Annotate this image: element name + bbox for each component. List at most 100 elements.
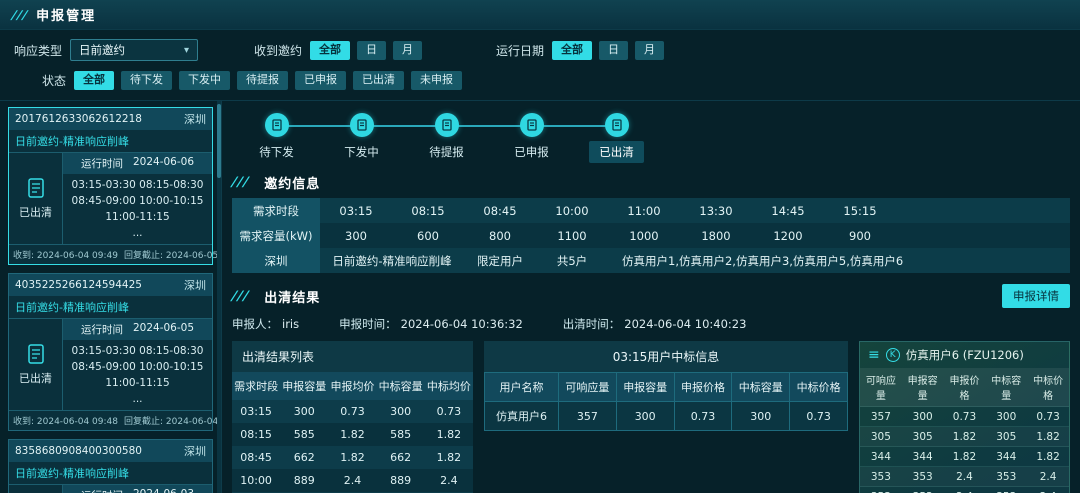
run-date-option-month[interactable]: 月	[635, 40, 665, 60]
table-cell: 11:00	[627, 203, 661, 218]
table-cell: 10:00	[555, 203, 589, 218]
filler-cell	[896, 198, 1070, 223]
step-label: 下发中	[344, 145, 379, 159]
timeslot-line: 03:15-03:30 08:15-08:30	[71, 345, 204, 357]
received-time: 收到: 2024-06-04 09:49	[13, 251, 118, 261]
status-badge: 已出清	[19, 372, 52, 385]
filter-row-status: 状态 全部 待下发 下发中 待提报 已申报 已出清 未申报	[14, 68, 1066, 92]
status-option-undeclared[interactable]: 未申报	[411, 70, 463, 90]
timeslot-list: 03:15-03:30 08:15-08:30 08:45-09:00 10:00…	[63, 174, 212, 244]
step-label: 待下发	[259, 145, 294, 159]
status-option-pending-send[interactable]: 待下发	[121, 70, 173, 90]
timeslot-line: 03:15-03:30 08:15-08:30	[71, 179, 204, 191]
table-cell: 1.82	[1027, 446, 1069, 467]
column-header: 申报价格	[673, 372, 733, 402]
slot-bid-panel: 03:15用户中标信息 用户名称 可响应量 申报容量 申报价格 中标容量 中标价格 仿真用…	[484, 341, 848, 431]
status-column: 已出清	[9, 153, 63, 244]
received-option-month[interactable]: 月	[393, 40, 423, 60]
page-title: 申报管理	[36, 9, 97, 24]
column-header: 申报容量	[280, 372, 329, 400]
invitation-card[interactable]: 4035225266124594425 深圳 日前邀约-精准响应削峰 已出清 运…	[8, 273, 221, 431]
step-circle[interactable]	[434, 113, 459, 137]
card-body: 已出清 运行时间 2024-06-06 03:15-03:30 08:15-08…	[9, 153, 212, 244]
sidebar-scrollbar[interactable]	[217, 101, 221, 493]
table-row[interactable]: 03:15 300 0.73 300 0.73	[232, 400, 473, 423]
step-circle[interactable]	[349, 113, 374, 137]
step-declared: 已申报	[489, 113, 574, 163]
filler-cell	[896, 223, 1070, 248]
runtime-date: 2024-06-03	[133, 488, 194, 493]
table-row[interactable]: 357 300 0.73 300 0.73	[860, 406, 1069, 427]
column-header: 中标容量	[985, 368, 1028, 407]
declaration-detail-button[interactable]: 申报详情	[1002, 284, 1070, 308]
scrollbar-thumb[interactable]	[217, 104, 221, 178]
step-document-icon	[526, 119, 537, 131]
invitation-id: 8358680908400300580	[15, 445, 142, 457]
invitation-section-title: /// 邀约信息	[231, 173, 1070, 192]
table-row[interactable]: 305 305 1.82 305 1.82	[860, 426, 1069, 447]
status-filter-group: 全部 待下发 下发中 待提报 已申报 已出清 未申报	[74, 70, 463, 90]
content-area: 2017612633062612218 深圳 日前邀约-精准响应削峰 已出清 运…	[0, 100, 1080, 493]
table-cell: 1200	[773, 228, 803, 243]
table-cell: 800	[489, 228, 511, 243]
step-circle[interactable]	[519, 113, 544, 137]
status-column: 已出清	[9, 319, 63, 410]
timeslot-line: 11:00-11:15	[105, 211, 170, 223]
table-cell: 08:15	[240, 428, 272, 441]
table-row[interactable]: 仿真用户6 357 300 0.73 300 0.73	[484, 401, 848, 431]
card-footer: 收到: 2024-06-04 09:49 回复截止: 2024-06-05 22…	[9, 244, 221, 264]
status-option-cleared[interactable]: 已出清	[353, 70, 405, 90]
table-row[interactable]: 3533532.43532.4	[860, 486, 1069, 493]
run-date-option-all[interactable]: 全部	[552, 40, 593, 60]
status-option-all[interactable]: 全部	[74, 70, 115, 90]
runtime-bar: 运行时间 2024-06-05	[63, 319, 212, 340]
column-header: 需求时段	[232, 372, 281, 400]
applicant-value: iris	[282, 317, 300, 331]
table-cell: 305	[901, 426, 944, 447]
table-row[interactable]: 10:00 889 2.4 889 2.4	[232, 469, 473, 492]
table-cell: 0.73	[340, 405, 365, 418]
table-cell: 1.82	[340, 451, 365, 464]
apply-time-value: 2024-06-04 10:36:32	[400, 317, 523, 331]
table-cell: 600	[417, 228, 439, 243]
step-document-icon	[441, 119, 452, 131]
invitation-table: 需求时段 03:15 08:15 08:45 10:00 11:00 13:30 14:45…	[232, 198, 1070, 273]
scope-cell: 限定用户	[477, 253, 523, 268]
region-badge: 深圳	[184, 279, 206, 292]
step-circle[interactable]	[264, 113, 289, 137]
k-badge-icon[interactable]: K	[885, 348, 900, 362]
invitation-card[interactable]: 2017612633062612218 深圳 日前邀约-精准响应削峰 已出清 运…	[8, 107, 221, 265]
table-cell: 300	[293, 405, 315, 418]
status-option-pending-submit[interactable]: 待提报	[237, 70, 289, 90]
step-circle[interactable]	[604, 113, 629, 137]
card-times: 运行时间 2024-06-06 03:15-03:30 08:15-08:30 0…	[63, 153, 212, 244]
slot-bid-table: 用户名称 可响应量 申报容量 申报价格 中标容量 中标价格 仿真用户6 357 300 0.73…	[484, 372, 848, 431]
column-header: 可响应量	[860, 368, 902, 407]
table-cell: 300	[901, 406, 944, 427]
table-row[interactable]: 08:15 585 1.82 585 1.82	[232, 423, 473, 446]
table-row[interactable]: 08:45 662 1.82 662 1.82	[232, 446, 473, 469]
received-time: 收到: 2024-06-04 09:48	[13, 417, 118, 427]
clearing-result-title: 出清结果列表	[232, 341, 473, 372]
step-sending: 下发中	[319, 113, 404, 163]
list-icon[interactable]: ≡	[868, 348, 880, 362]
response-type-select[interactable]: 日前邀约 ▾	[70, 39, 199, 61]
table-cell: 1.82	[943, 446, 986, 467]
run-date-option-day[interactable]: 日	[599, 40, 629, 60]
status-option-declared[interactable]: 已申报	[295, 70, 347, 90]
table-cell: 0.73	[789, 401, 848, 431]
status-option-sending[interactable]: 下发中	[179, 70, 231, 90]
table-cell: 305	[985, 426, 1028, 447]
invitation-card[interactable]: 8358680908400300580 深圳 日前邀约-精准响应削峰 待提报 运…	[8, 439, 213, 493]
timeslot-line: 08:45-09:00 10:00-10:15	[71, 361, 204, 373]
table-cell: 2.4	[943, 466, 986, 487]
received-filter-label: 收到邀约	[254, 43, 303, 58]
table-row[interactable]: 344 344 1.82 344 1.82	[860, 446, 1069, 467]
table-row[interactable]: 3533532.43532.4	[860, 466, 1069, 487]
invitation-id: 2017612633062612218	[15, 113, 142, 125]
demand-time-row: 需求时段 03:15 08:15 08:45 10:00 11:00 13:30 14:45…	[232, 198, 1070, 223]
received-option-all[interactable]: 全部	[310, 40, 351, 60]
invitation-detail-row: 深圳 日前邀约-精准响应削峰 限定用户 共5户 仿真用户1,仿真用户2,仿真用户…	[232, 248, 1070, 273]
step-document-icon	[611, 119, 622, 131]
received-option-day[interactable]: 日	[357, 40, 387, 60]
